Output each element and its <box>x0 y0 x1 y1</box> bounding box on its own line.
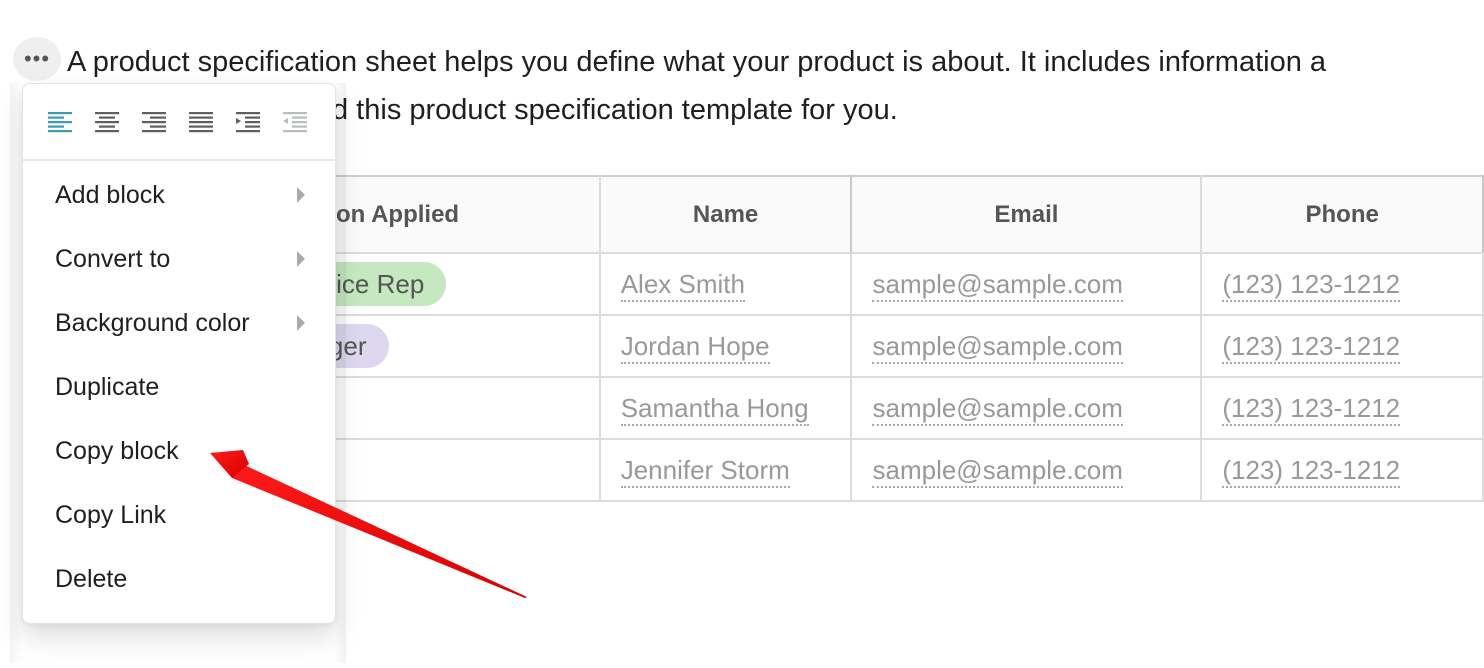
cell-phone[interactable]: (123) 123-1212 <box>1200 438 1484 502</box>
align-center-button[interactable] <box>92 109 121 135</box>
cell-email[interactable]: sample@sample.com <box>850 376 1203 440</box>
chevron-right-icon <box>297 251 305 267</box>
align-left-icon <box>47 111 72 132</box>
align-center-icon <box>94 111 119 132</box>
menu-item-list: Add block Convert to Background color Dupli… <box>23 161 335 611</box>
menu-item-label: Copy Link <box>55 500 167 529</box>
menu-item-label: Copy block <box>55 436 179 465</box>
menu-item-label: Add block <box>55 180 165 209</box>
table-row: ervice Rep Alex Smith sample@sample.com (12… <box>280 252 1484 316</box>
chevron-right-icon <box>297 315 305 331</box>
menu-item-convert-to[interactable]: Convert to <box>23 227 335 291</box>
align-justify-button[interactable] <box>186 109 215 135</box>
cell-email-value: sample@sample.com <box>872 268 1123 302</box>
menu-item-background-color[interactable]: Background color <box>23 291 335 355</box>
block-context-menu: Add block Convert to Background color Dupli… <box>22 83 336 624</box>
menu-item-add-block[interactable]: Add block <box>23 163 335 227</box>
cell-email[interactable]: sample@sample.com <box>850 438 1203 502</box>
menu-item-duplicate[interactable]: Duplicate <box>23 355 335 419</box>
menu-item-copy-block[interactable]: Copy block <box>23 419 335 483</box>
cell-phone[interactable]: (123) 123-1212 <box>1200 252 1484 316</box>
cell-name-value: Jordan Hope <box>620 330 770 364</box>
align-justify-icon <box>188 111 213 132</box>
indent-icon <box>235 111 260 132</box>
cell-email-value: sample@sample.com <box>872 392 1123 426</box>
cell-name[interactable]: Samantha Hong <box>598 376 853 440</box>
cell-name[interactable]: Alex Smith <box>598 252 853 316</box>
cell-phone-value: (123) 123-1212 <box>1222 454 1401 488</box>
block-options-button[interactable]: ••• <box>13 37 61 81</box>
paragraph-line-1: A product specification sheet helps you … <box>67 46 1327 78</box>
menu-item-label: Background color <box>55 308 250 337</box>
menu-item-label: Convert to <box>55 244 171 273</box>
cell-phone-value: (123) 123-1212 <box>1222 392 1401 426</box>
cell-email-value: sample@sample.com <box>872 454 1123 488</box>
table-row: Samantha Hong sample@sample.com (123) 123-… <box>280 376 1484 440</box>
cell-phone-value: (123) 123-1212 <box>1222 268 1401 302</box>
menu-item-label: Duplicate <box>55 372 160 401</box>
cell-phone-value: (123) 123-1212 <box>1222 330 1401 364</box>
menu-item-copy-link[interactable]: Copy Link <box>23 483 335 547</box>
cell-email[interactable]: sample@sample.com <box>850 314 1203 378</box>
align-right-button[interactable] <box>139 109 168 135</box>
indent-button[interactable] <box>233 109 262 135</box>
cell-phone[interactable]: (123) 123-1212 <box>1200 376 1484 440</box>
outdent-icon <box>282 111 307 132</box>
table-row: Jennifer Storm sample@sample.com (123) 123… <box>280 438 1484 502</box>
outdent-button <box>280 109 309 135</box>
cell-email[interactable]: sample@sample.com <box>850 252 1203 316</box>
contacts-table: on Applied Name Email Phone ervice Rep Al… <box>280 175 1484 502</box>
menu-item-label: Delete <box>55 564 128 593</box>
cell-name-value: Samantha Hong <box>620 392 809 426</box>
column-header-phone[interactable]: Phone <box>1200 175 1484 254</box>
cell-phone[interactable]: (123) 123-1212 <box>1200 314 1484 378</box>
cell-email-value: sample@sample.com <box>872 330 1123 364</box>
align-right-icon <box>141 111 166 132</box>
table-header-row: on Applied Name Email Phone <box>280 175 1484 254</box>
cell-name[interactable]: Jordan Hope <box>598 314 853 378</box>
cell-name-value: Jennifer Storm <box>620 454 790 488</box>
align-left-button[interactable] <box>45 109 74 135</box>
column-header-email[interactable]: Email <box>850 175 1203 254</box>
menu-item-delete[interactable]: Delete <box>23 547 335 611</box>
table-row: nagerJordan Hopesample@sample.com(123) 1… <box>280 314 1484 378</box>
cell-name-value: Alex Smith <box>620 268 745 302</box>
more-horizontal-icon: ••• <box>23 46 51 71</box>
chevron-right-icon <box>297 187 305 203</box>
column-header-name[interactable]: Name <box>598 175 853 254</box>
cell-name[interactable]: Jennifer Storm <box>598 438 853 502</box>
alignment-toolbar <box>23 84 335 161</box>
